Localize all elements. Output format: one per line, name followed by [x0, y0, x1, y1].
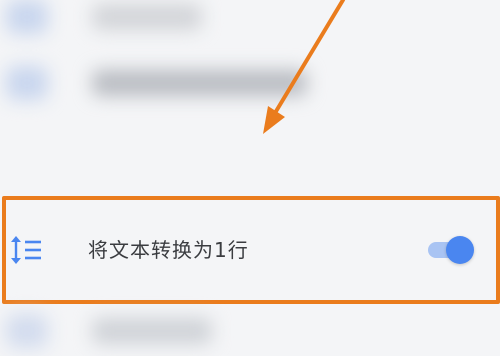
- line-height-icon: [11, 236, 41, 264]
- setting-label: 将文本转换为1行: [88, 238, 249, 262]
- blurred-list-item: [0, 52, 500, 112]
- blurred-icon: [6, 0, 48, 34]
- blurred-icon: [6, 314, 48, 348]
- blurred-list-item: [0, 0, 500, 46]
- convert-to-one-line-setting-row[interactable]: [0, 195, 500, 299]
- blurred-icon: [6, 66, 48, 100]
- blurred-text: [92, 70, 307, 96]
- blurred-text: [92, 4, 202, 30]
- convert-to-one-line-toggle[interactable]: [428, 236, 474, 264]
- blurred-text: [92, 318, 212, 344]
- blurred-list-item: [0, 300, 500, 356]
- settings-screen: 将文本转换为1行: [0, 0, 500, 356]
- toggle-knob: [446, 236, 474, 264]
